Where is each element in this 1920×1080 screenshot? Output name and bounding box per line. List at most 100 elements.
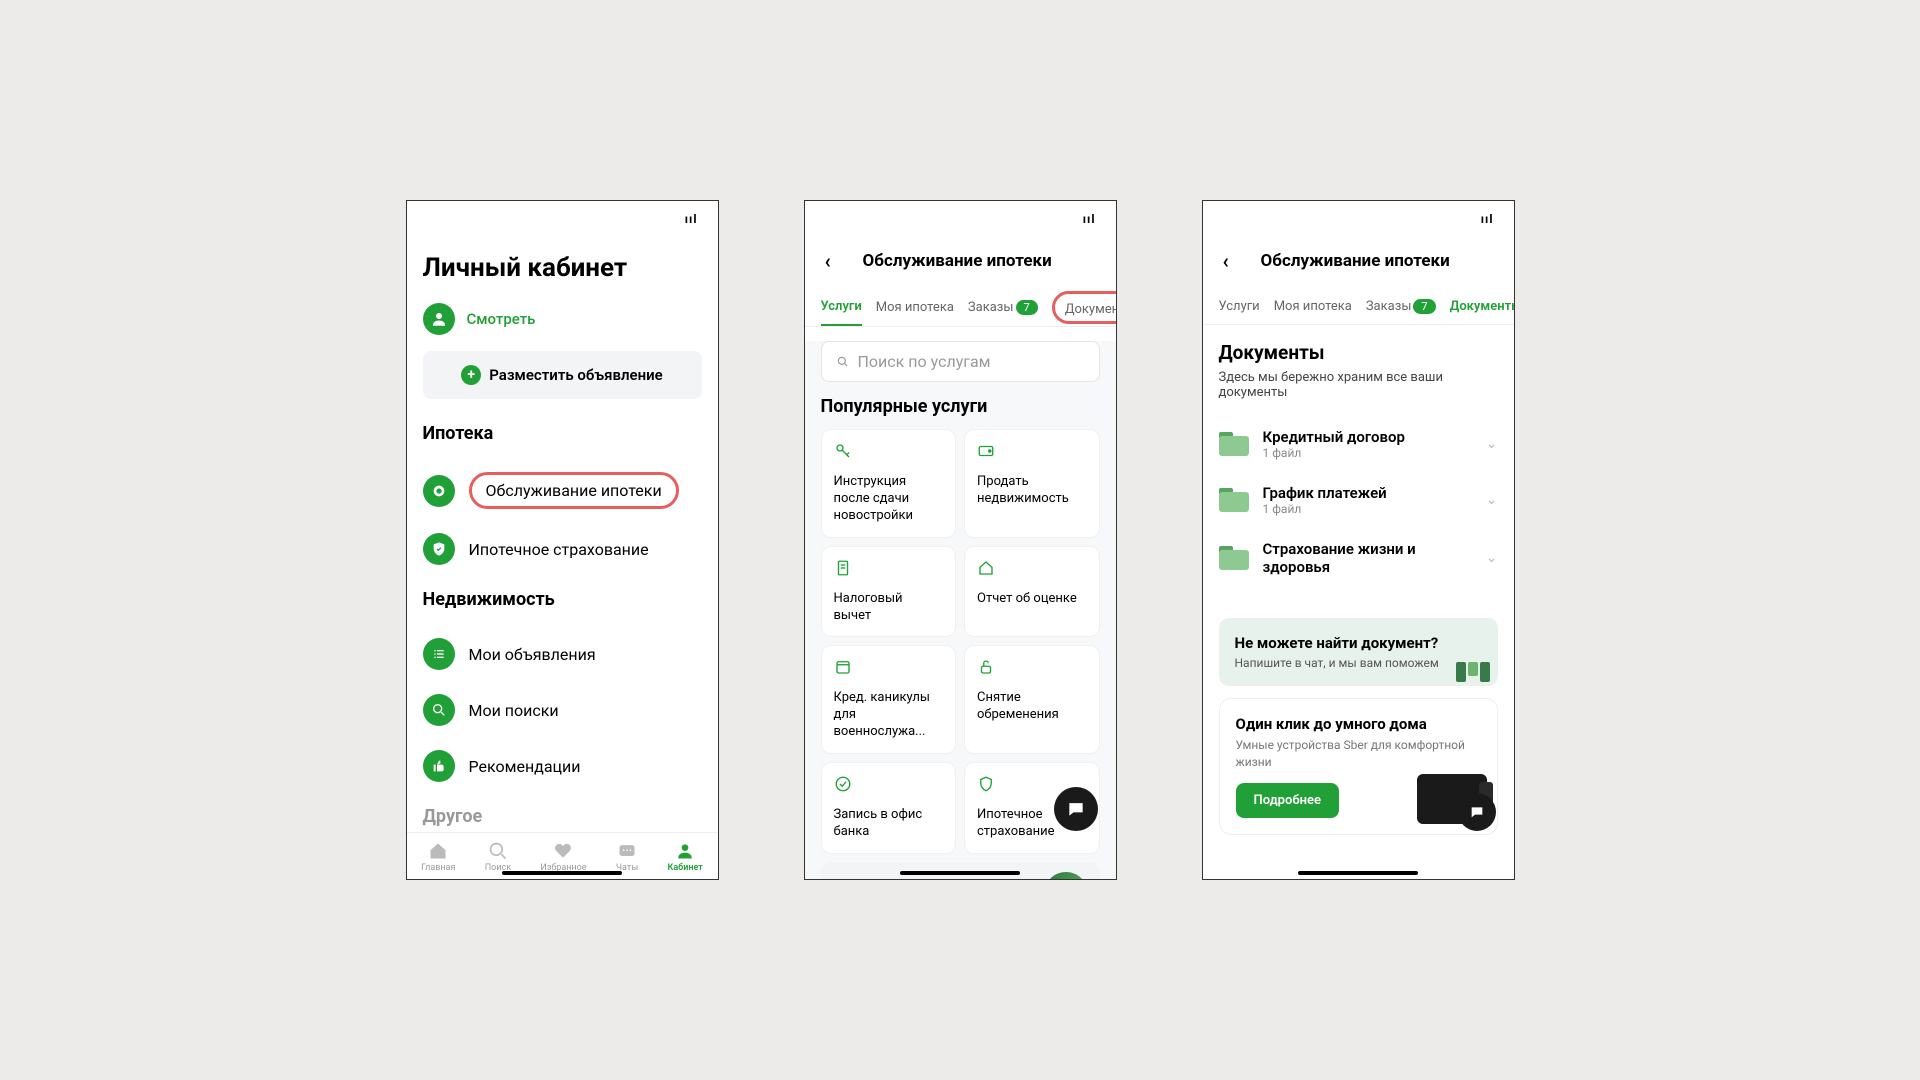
service-grid: Инструкция после сдачи новостройки Прода… <box>821 429 1100 854</box>
status-bar: ııl <box>1203 201 1514 237</box>
page-title: Личный кабинет <box>423 253 702 283</box>
thumbs-up-icon <box>423 750 455 782</box>
view-link[interactable]: Смотреть <box>467 310 536 328</box>
highlight-oval: Документы <box>1052 291 1116 324</box>
smart-home-card: Один клик до умного дома Умные устройств… <box>1219 698 1498 835</box>
service-card[interactable]: Кред. каникулы для военнослужа... <box>821 645 957 754</box>
folder-icon <box>1219 488 1249 512</box>
signal-icon: ııl <box>685 212 698 226</box>
documents-title: Документы <box>1219 341 1498 364</box>
tab-documents[interactable]: Документы <box>1065 302 1116 317</box>
plus-icon: + <box>461 365 481 385</box>
nav-cabinet[interactable]: Кабинет <box>668 841 703 873</box>
chat-fab-button[interactable] <box>1054 787 1098 831</box>
avatar-icon <box>423 303 455 335</box>
other-section-title: Другое <box>423 806 702 827</box>
menu-label: Ипотечное страхование <box>469 540 649 559</box>
home-icon <box>977 559 1087 581</box>
orders-badge: 7 <box>1413 299 1435 314</box>
tab-documents[interactable]: Документы <box>1450 289 1514 324</box>
highlight-oval: Обслуживание ипотеки <box>469 472 679 509</box>
menu-label: Мои поиски <box>469 701 559 720</box>
nav-favorites[interactable]: Избранное <box>540 841 586 873</box>
chevron-down-icon: ⌄ <box>1486 436 1498 452</box>
document-item[interactable]: Страхование жизни и здоровья ⌄ <box>1219 528 1498 588</box>
header-bar: ‹ Обслуживание ипотеки <box>821 237 1100 289</box>
header-bar: ‹ Обслуживание ипотеки <box>1219 237 1498 289</box>
document-icon <box>834 559 944 581</box>
mortgage-service-icon <box>423 475 455 507</box>
smart-title: Один клик до умного дома <box>1236 715 1481 733</box>
document-item[interactable]: График платежей1 файл ⌄ <box>1219 472 1498 528</box>
header-title: Обслуживание ипотеки <box>1213 251 1498 271</box>
menu-mortgage-service[interactable]: Обслуживание ипотеки <box>423 460 702 521</box>
signal-icon: ııl <box>1083 212 1096 226</box>
service-card[interactable]: Налоговый вычет <box>821 546 957 638</box>
banner-decoration <box>1456 662 1490 682</box>
tabs: Услуги Моя ипотека Заказы7 Документы <box>1203 289 1514 325</box>
help-banner[interactable]: Не можете найти документ? Напишите в чат… <box>1219 618 1498 686</box>
home-indicator <box>900 871 1020 875</box>
property-section-title: Недвижимость <box>423 589 702 610</box>
profile-row[interactable]: Смотреть <box>423 303 702 335</box>
advisor-image <box>1044 872 1088 879</box>
search-placeholder: Поиск по услугам <box>858 352 991 371</box>
search-icon <box>423 694 455 726</box>
learn-more-button[interactable]: Подробнее <box>1236 783 1339 818</box>
header-title: Обслуживание ипотеки <box>815 251 1100 271</box>
menu-my-listings[interactable]: Мои объявления <box>423 626 702 682</box>
wallet-icon <box>977 442 1087 464</box>
phone-screen-2: ııl ‹ Обслуживание ипотеки Услуги Моя ип… <box>804 200 1117 880</box>
key-icon <box>834 442 944 464</box>
banner-text: Напишите в чат, и мы вам поможем <box>1235 656 1482 670</box>
chevron-down-icon: ⌄ <box>1486 492 1498 508</box>
service-card[interactable]: Продать недвижимость <box>964 429 1100 538</box>
tab-orders[interactable]: Заказы7 <box>1366 289 1436 324</box>
post-ad-button[interactable]: + Разместить объявление <box>423 351 702 399</box>
phone-screen-3: ııl ‹ Обслуживание ипотеки Услуги Моя ип… <box>1202 200 1515 880</box>
tab-services[interactable]: Услуги <box>1219 289 1260 324</box>
menu-my-searches[interactable]: Мои поиски <box>423 682 702 738</box>
chevron-down-icon: ⌄ <box>1486 550 1498 566</box>
check-circle-icon <box>834 775 944 797</box>
tab-services[interactable]: Услуги <box>821 289 862 326</box>
status-bar: ııl <box>805 201 1116 237</box>
tabs: Услуги Моя ипотека Заказы7 Документы <box>805 289 1116 327</box>
status-bar: ııl <box>407 201 718 237</box>
home-indicator <box>1298 871 1418 875</box>
shield-check-icon <box>423 533 455 565</box>
search-input[interactable]: Поиск по услугам <box>821 341 1100 382</box>
tab-my-mortgage[interactable]: Моя ипотека <box>1274 289 1352 324</box>
signal-icon: ııl <box>1481 212 1494 226</box>
folder-icon <box>1219 546 1249 570</box>
menu-label: Рекомендации <box>469 757 581 776</box>
mortgage-section-title: Ипотека <box>423 423 702 444</box>
service-card[interactable]: Отчет об оценке <box>964 546 1100 638</box>
chat-fab-button[interactable] <box>1458 793 1496 831</box>
folder-icon <box>1219 432 1249 456</box>
menu-mortgage-insurance[interactable]: Ипотечное страхование <box>423 521 702 577</box>
home-indicator <box>502 871 622 875</box>
tab-orders[interactable]: Заказы7 <box>968 290 1038 325</box>
popular-services-title: Популярные услуги <box>821 396 1100 417</box>
list-icon <box>423 638 455 670</box>
banner-title: Не можете найти документ? <box>1235 634 1482 652</box>
tab-my-mortgage[interactable]: Моя ипотека <box>876 290 954 325</box>
unlock-icon <box>977 658 1087 680</box>
nav-home[interactable]: Главная <box>421 841 455 873</box>
post-ad-label: Разместить объявление <box>489 366 663 384</box>
phone-screen-1: ııl Личный кабинет Смотреть + Разместить… <box>406 200 719 880</box>
service-card[interactable]: Инструкция после сдачи новостройки <box>821 429 957 538</box>
menu-label: Мои объявления <box>469 645 596 664</box>
menu-recommendations[interactable]: Рекомендации <box>423 738 702 794</box>
orders-badge: 7 <box>1016 300 1038 315</box>
service-card[interactable]: Запись в офис банка <box>821 762 957 854</box>
menu-label: Обслуживание ипотеки <box>486 481 662 500</box>
nav-chats[interactable]: Чаты <box>616 841 638 873</box>
nav-search[interactable]: Поиск <box>485 841 511 873</box>
documents-subtitle: Здесь мы бережно храним все ваши докумен… <box>1219 370 1498 400</box>
search-icon <box>836 355 850 369</box>
smart-text: Умные устройства Sber для комфортной жиз… <box>1236 737 1481 771</box>
service-card[interactable]: Снятие обременения <box>964 645 1100 754</box>
document-item[interactable]: Кредитный договор1 файл ⌄ <box>1219 416 1498 472</box>
